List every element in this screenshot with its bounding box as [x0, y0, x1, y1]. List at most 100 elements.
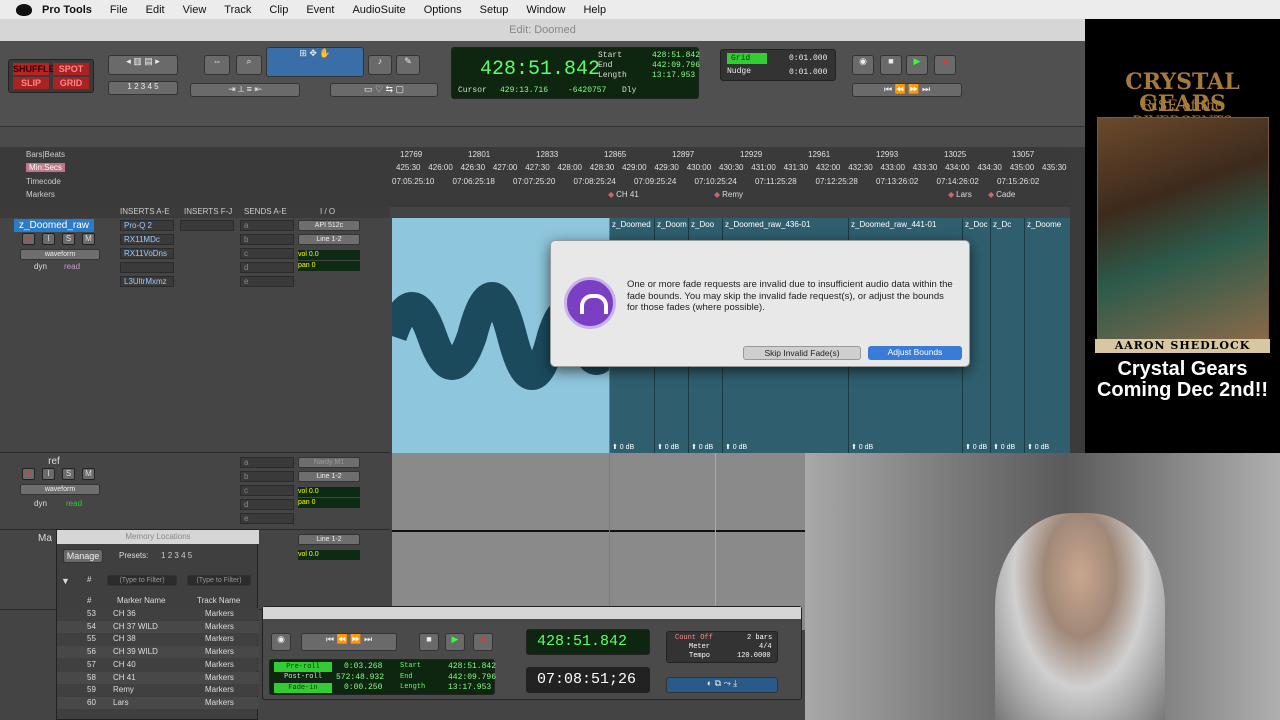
- insert-e[interactable]: L3UltrMxmz: [120, 276, 174, 287]
- speaker-tool-icon[interactable]: ♪: [368, 55, 392, 75]
- send-d[interactable]: d: [240, 262, 294, 273]
- postroll-button[interactable]: Post-roll: [274, 673, 332, 681]
- zoom-preset-3[interactable]: 3: [141, 82, 145, 91]
- zoom-preset-2[interactable]: 2: [134, 82, 138, 91]
- input-selector[interactable]: API 512c: [298, 220, 360, 231]
- insert-a[interactable]: Pro-Q 2: [120, 220, 174, 231]
- volume-readout[interactable]: vol 0.0: [298, 487, 360, 497]
- link-options-icon[interactable]: ▭ ♡ ⇆ ▢: [330, 83, 438, 97]
- stop-icon[interactable]: ■: [419, 633, 439, 651]
- end-value[interactable]: 442:09.796: [448, 673, 496, 682]
- marker-cade[interactable]: Cade: [988, 190, 1015, 199]
- track-name[interactable]: ref: [14, 455, 94, 468]
- automation-mode[interactable]: read: [64, 262, 80, 271]
- send-e[interactable]: e: [240, 513, 294, 524]
- mute-button[interactable]: M: [82, 468, 95, 480]
- manage-button[interactable]: Manage: [63, 549, 103, 563]
- main-counter[interactable]: 428:51.842: [480, 58, 600, 81]
- insert-c[interactable]: RX11VoDns: [120, 248, 174, 259]
- rewind-ff-icon[interactable]: ⏮ ⏪ ⏩ ⏭: [301, 633, 397, 651]
- nudge-label[interactable]: Nudge: [727, 67, 751, 76]
- input-selector[interactable]: Nardy M1: [298, 457, 360, 468]
- menu-edit[interactable]: Edit: [146, 4, 165, 16]
- record-enable-button[interactable]: ●: [22, 468, 35, 480]
- send-d[interactable]: d: [240, 499, 294, 510]
- send-a[interactable]: a: [240, 220, 294, 231]
- menu-file[interactable]: File: [110, 4, 128, 16]
- play-icon[interactable]: ▶: [906, 55, 928, 75]
- volume-value[interactable]: 0.0: [309, 251, 319, 258]
- memory-marker-name[interactable]: CH 38: [113, 633, 136, 645]
- marker-name-header[interactable]: Marker Name: [117, 596, 165, 605]
- memory-row[interactable]: 59 Remy Markers: [57, 684, 259, 697]
- meter-value[interactable]: 4/4: [759, 643, 772, 651]
- menu-event[interactable]: Event: [306, 4, 334, 16]
- memory-row[interactable]: 53 CH 36 Markers: [57, 608, 259, 620]
- adjust-bounds-button[interactable]: Adjust Bounds: [868, 346, 962, 360]
- track-name[interactable]: z_Doomed_raw: [14, 219, 94, 232]
- insert-f[interactable]: [180, 220, 234, 231]
- memory-row[interactable]: 54 CH 37 WILD Markers: [57, 620, 259, 633]
- send-c[interactable]: c: [240, 485, 294, 496]
- memory-row[interactable]: 56 CH 39 WILD Markers: [57, 646, 259, 659]
- menu-app[interactable]: Pro Tools: [42, 4, 92, 16]
- mute-button[interactable]: M: [82, 233, 95, 245]
- insert-d[interactable]: [120, 262, 174, 273]
- view-selector[interactable]: waveform: [20, 249, 100, 260]
- edit-options-icon[interactable]: ⇥ ⟂ ≡ ⇤: [190, 83, 300, 97]
- preset-5[interactable]: 5: [188, 551, 192, 560]
- preroll-button[interactable]: Pre-roll: [274, 662, 332, 672]
- output-selector[interactable]: Line 1-2: [298, 471, 360, 482]
- meter-label[interactable]: Meter: [689, 643, 710, 651]
- send-a[interactable]: a: [240, 457, 294, 468]
- nudge-value[interactable]: 0:01.000: [789, 68, 827, 77]
- marker-lars[interactable]: Lars: [948, 190, 972, 199]
- memory-marker-name[interactable]: CH 39 WILD: [113, 646, 158, 658]
- memory-row[interactable]: 60 Lars Markers: [57, 696, 259, 709]
- track-name-header[interactable]: Track Name: [197, 596, 240, 605]
- output-selector[interactable]: Line 1-2: [298, 534, 360, 545]
- grid-button[interactable]: Grid: [727, 53, 767, 64]
- volume-value[interactable]: 0.0: [309, 551, 319, 558]
- marker-ch-41[interactable]: CH 41: [608, 190, 639, 199]
- memory-marker-name[interactable]: CH 37 WILD: [113, 621, 158, 633]
- preset-2[interactable]: 2: [168, 551, 172, 560]
- postroll-value[interactable]: 572:48.932: [336, 673, 384, 682]
- count-off-value[interactable]: 2 bars: [747, 634, 772, 642]
- zoom-preset-5[interactable]: 5: [154, 82, 158, 91]
- view-selector[interactable]: waveform: [20, 484, 100, 495]
- send-e[interactable]: e: [240, 276, 294, 287]
- solo-button[interactable]: S: [62, 233, 75, 245]
- memory-row[interactable]: 58 CH 41 Markers: [57, 671, 259, 684]
- pencil-tool-icon[interactable]: ✎: [396, 55, 420, 75]
- apple-icon[interactable]: [16, 3, 32, 16]
- marker-remy[interactable]: Remy: [714, 190, 743, 199]
- tempo-value[interactable]: 120.0000: [737, 652, 771, 660]
- menu-options[interactable]: Options: [424, 4, 462, 16]
- mode-spot[interactable]: SPOT: [53, 63, 89, 75]
- mode-slip[interactable]: SLIP: [13, 77, 49, 89]
- tempo-label[interactable]: Tempo: [689, 652, 710, 660]
- menu-view[interactable]: View: [183, 4, 207, 16]
- audio-clip[interactable]: z_Doome ⬆ 0 dB: [1024, 218, 1070, 453]
- volume-readout[interactable]: vol 0.0: [298, 550, 360, 560]
- grid-value[interactable]: 0:01.000: [789, 54, 827, 63]
- automation-mode[interactable]: read: [66, 499, 82, 508]
- skip-invalid-fades-button[interactable]: Skip Invalid Fade(s): [743, 346, 861, 360]
- fade-gain-label[interactable]: ⬆ 0 dB: [612, 443, 634, 451]
- fade-gain-label[interactable]: ⬆ 0 dB: [993, 443, 1015, 451]
- volume-readout[interactable]: vol 0.0: [298, 250, 360, 260]
- smart-tool-icon[interactable]: ⊞ ✥ ✋: [266, 47, 364, 77]
- pan-readout[interactable]: pan 0: [298, 261, 360, 271]
- mode-shuffle[interactable]: SHUFFLE: [13, 63, 55, 75]
- end-value[interactable]: 442:09.796: [652, 61, 700, 70]
- menu-track[interactable]: Track: [224, 4, 251, 16]
- length-value[interactable]: 13:17.953: [448, 683, 491, 692]
- zoom-preset-4[interactable]: 4: [147, 82, 151, 91]
- insert-b[interactable]: RX11MDc: [120, 234, 174, 245]
- input-monitor-button[interactable]: I: [42, 468, 55, 480]
- menu-clip[interactable]: Clip: [269, 4, 288, 16]
- memory-row[interactable]: 57 CH 40 Markers: [57, 658, 259, 671]
- send-b[interactable]: b: [240, 234, 294, 245]
- zoomer-tool-icon[interactable]: ⇔: [204, 55, 230, 75]
